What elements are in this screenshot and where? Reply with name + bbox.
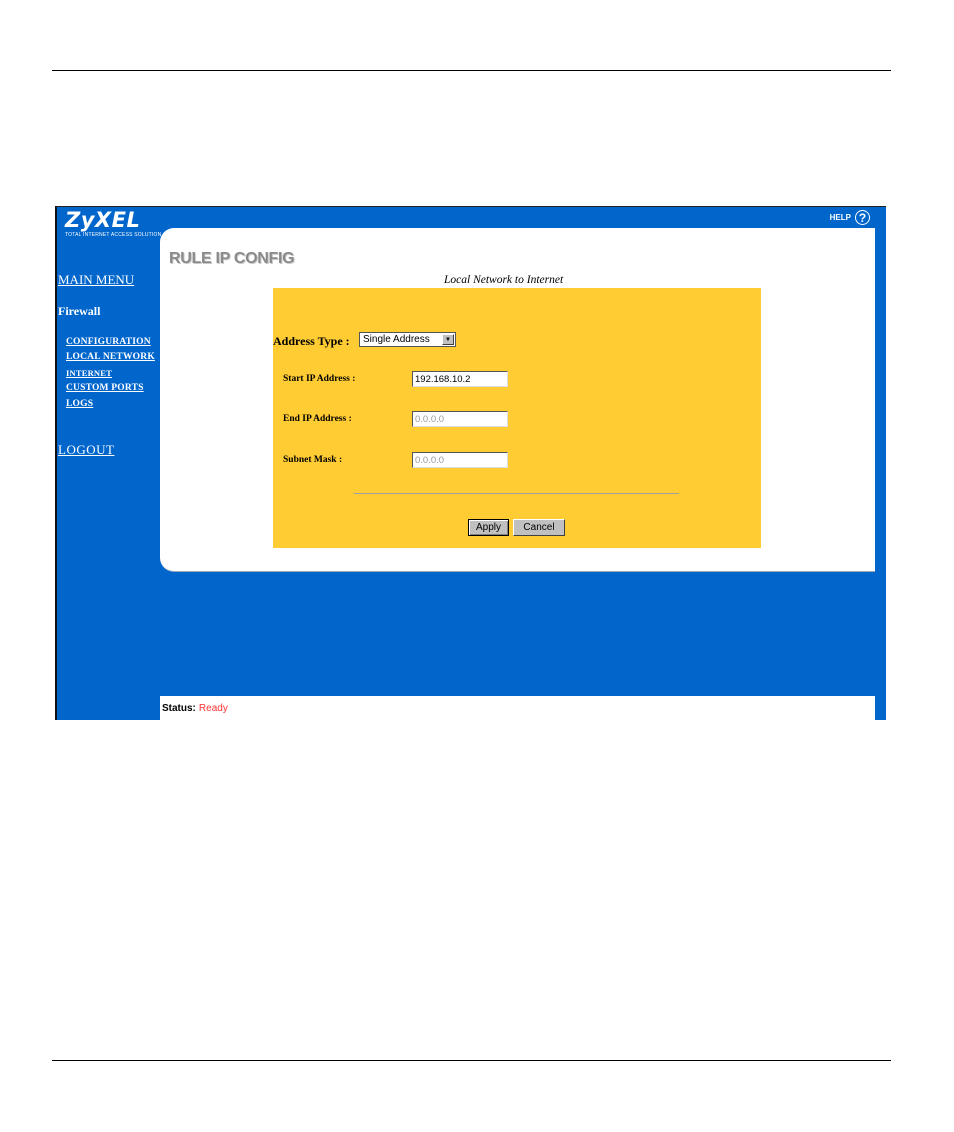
status-bar: Status: Ready (160, 696, 875, 721)
sidebar-item-configuration[interactable]: CONFIGURATION (66, 337, 151, 347)
page-bottom-rule (52, 1060, 891, 1061)
address-type-select[interactable]: Single Address ▼ (359, 332, 456, 347)
page-title: RULE IP CONFIG (169, 250, 295, 267)
subnet-mask-label: Subnet Mask : (283, 455, 343, 465)
sidebar-logout-link[interactable]: LOGOUT (58, 442, 114, 458)
status-label: Status: (162, 703, 196, 714)
page-top-rule (52, 70, 891, 71)
end-ip-label: End IP Address : (283, 414, 352, 424)
sidebar-item-custom-ports[interactable]: CUSTOM PORTS (66, 383, 144, 393)
address-type-value: Single Address (363, 334, 430, 345)
logo-tagline: Total Internet Access Solution (65, 232, 162, 238)
cancel-button[interactable]: Cancel (513, 519, 565, 536)
logo-wordmark: ZyXEL (65, 208, 141, 232)
start-ip-input[interactable] (412, 371, 508, 387)
sidebar-section-firewall: Firewall (58, 304, 101, 318)
rule-ip-form: Address Type : Single Address ▼ Start IP… (273, 288, 761, 548)
question-circle-icon: ? (855, 210, 870, 225)
sidebar-item-logs[interactable]: LOGS (66, 399, 93, 409)
form-divider (354, 493, 679, 494)
end-ip-input[interactable] (412, 411, 508, 427)
sidebar-main-menu-link[interactable]: MAIN MENU (58, 272, 134, 288)
address-type-label: Address Type : (273, 334, 350, 348)
content-panel: RULE IP CONFIG Local Network to Internet… (160, 228, 875, 572)
page-subtitle: Local Network to Internet (444, 274, 564, 286)
subnet-mask-input[interactable] (412, 452, 508, 468)
apply-button[interactable]: Apply (468, 519, 509, 536)
zyxel-logo: ZyXEL Total Internet Access Solution (65, 208, 161, 238)
status-value: Ready (198, 703, 228, 714)
router-web-ui-frame: ZyXEL Total Internet Access Solution HEL… (55, 206, 886, 721)
start-ip-label: Start IP Address : (283, 374, 356, 384)
sidebar-item-local-network[interactable]: LOCAL NETWORK (66, 352, 155, 362)
chevron-down-icon[interactable]: ▼ (442, 334, 454, 345)
help-button[interactable]: HELP ? (830, 210, 870, 225)
sidebar-item-internet[interactable]: INTERNET (66, 368, 112, 378)
help-label: HELP (829, 213, 851, 222)
